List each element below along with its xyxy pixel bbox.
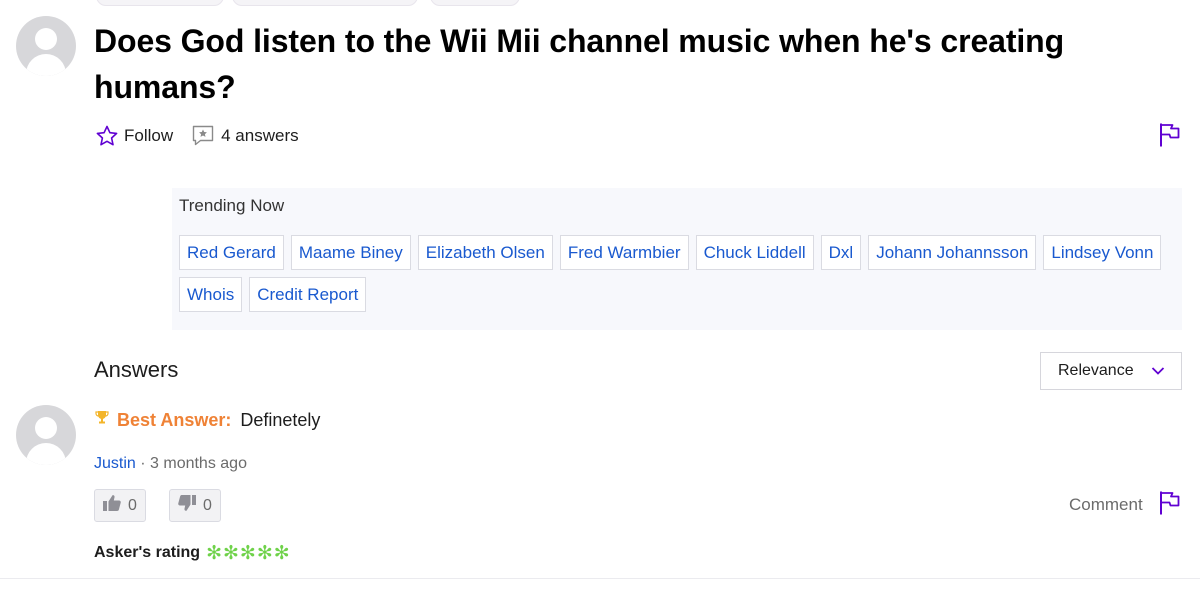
byline-separator: · [135, 455, 151, 472]
answers-heading: Answers [94, 357, 179, 382]
divider [0, 578, 1200, 579]
best-answer-label: Best Answer: [117, 409, 232, 430]
question-title: Does God listen to the Wii Mii channel m… [94, 23, 1065, 105]
rating-stars: ✻✻✻✻✻ [206, 542, 291, 564]
flag-icon[interactable] [1158, 490, 1182, 516]
trending-chip[interactable]: Chuck Liddell [695, 235, 814, 270]
trending-title: Trending Now [179, 196, 285, 215]
answer-time: 3 months ago [150, 455, 247, 472]
flag-icon[interactable] [1158, 122, 1182, 148]
answer-byline: Justin · 3 months ago [94, 455, 247, 473]
answerer-avatar[interactable] [16, 405, 76, 465]
star-outline-icon [95, 124, 119, 148]
trending-chips: Red Gerard Maame Biney Elizabeth Olsen F… [179, 235, 1169, 312]
trending-chip[interactable]: Whois [179, 277, 243, 312]
trending-chip[interactable]: Fred Warmbier [559, 235, 689, 270]
trending-chip[interactable]: Elizabeth Olsen [417, 235, 553, 270]
upvote-count: 0 [128, 496, 137, 514]
trending-chip[interactable]: Maame Biney [290, 235, 411, 270]
thumbs-down-icon [177, 494, 197, 517]
trending-chip[interactable]: Dxl [820, 235, 862, 270]
downvote-count: 0 [203, 496, 212, 514]
trending-chip[interactable]: Red Gerard [179, 235, 284, 270]
question-actions: Follow 4 answers [95, 122, 299, 150]
asker-avatar[interactable] [16, 16, 76, 76]
answers-count: 4 answers [191, 124, 299, 148]
follow-label: Follow [124, 126, 174, 145]
trending-chip[interactable]: Credit Report [249, 277, 367, 312]
sort-value: Relevance [1058, 362, 1134, 379]
trending-now-panel: Trending Now Red Gerard Maame Biney Eliz… [172, 188, 1182, 330]
asker-rating: Asker's rating ✻✻✻✻✻ [94, 543, 291, 563]
top-tab-stub[interactable] [232, 0, 418, 6]
follow-button[interactable]: Follow [95, 124, 173, 148]
top-tab-stub[interactable] [96, 0, 224, 6]
best-answer: Best Answer: Definetely [95, 408, 320, 432]
upvote-button[interactable]: 0 [94, 489, 146, 522]
rating-label: Asker's rating [94, 544, 201, 561]
thumbs-up-icon [102, 494, 122, 517]
answers-count-label: 4 answers [221, 126, 299, 145]
answerer-name[interactable]: Justin [94, 455, 136, 472]
best-answer-text: Definetely [240, 409, 321, 430]
top-tab-stub[interactable] [430, 0, 520, 6]
trophy-icon [95, 410, 109, 431]
sort-dropdown[interactable]: Relevance [1040, 352, 1182, 390]
trending-chip[interactable]: Lindsey Vonn [1043, 235, 1162, 270]
speech-bubble-star-icon [191, 124, 215, 148]
trending-chip[interactable]: Johann Johannsson [868, 235, 1037, 270]
comment-button[interactable]: Comment [1069, 495, 1143, 515]
downvote-button[interactable]: 0 [169, 489, 221, 522]
